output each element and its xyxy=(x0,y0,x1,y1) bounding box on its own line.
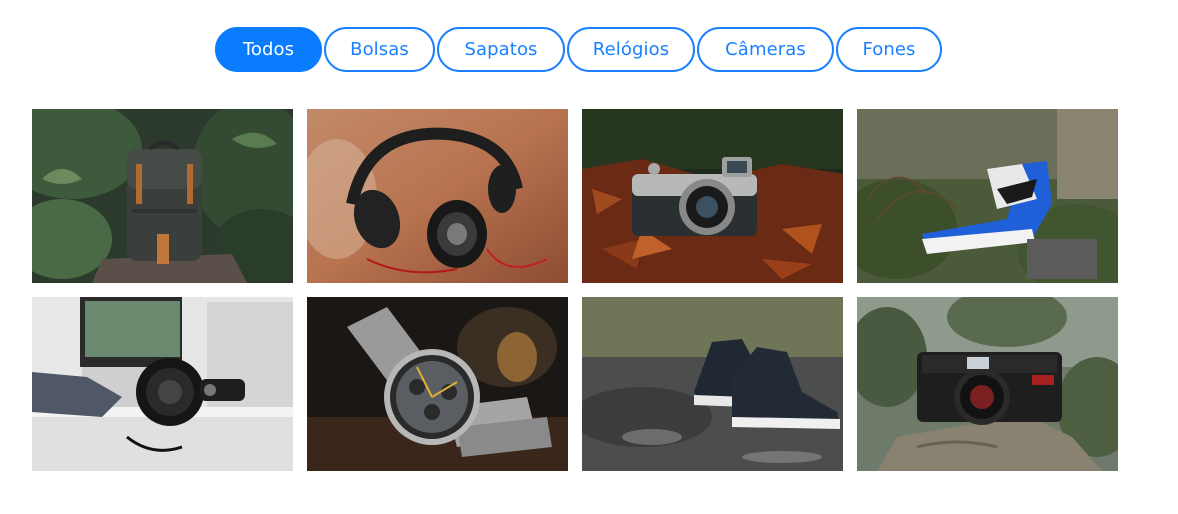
filter-cameras-button[interactable]: Câmeras xyxy=(697,27,834,72)
filter-sapatos-button[interactable]: Sapatos xyxy=(437,27,565,72)
portfolio-page: Todos Bolsas Sapatos Relógios Câmeras Fo… xyxy=(0,0,1178,514)
filter-relogios-button[interactable]: Relógios xyxy=(567,27,695,72)
filter-bolsas-button[interactable]: Bolsas xyxy=(324,27,435,72)
filter-todos-button[interactable]: Todos xyxy=(215,27,322,72)
gallery-item-headphones[interactable] xyxy=(307,109,568,283)
gallery-item-headphones-desk[interactable] xyxy=(32,297,293,471)
backpack-image xyxy=(32,109,293,283)
gallery-item-backpack[interactable] xyxy=(32,109,293,283)
gallery-item-vintage-camera[interactable] xyxy=(857,297,1118,471)
headphones-image xyxy=(32,297,293,471)
gallery-item-camera[interactable] xyxy=(582,109,843,283)
sneaker-image xyxy=(582,297,843,471)
filter-fones-button[interactable]: Fones xyxy=(836,27,942,72)
gallery-item-sneaker-water[interactable] xyxy=(582,297,843,471)
filter-bar: Todos Bolsas Sapatos Relógios Câmeras Fo… xyxy=(215,27,944,72)
gallery-item-watch[interactable] xyxy=(307,297,568,471)
gallery-item-sneaker[interactable] xyxy=(857,109,1118,283)
product-gallery xyxy=(32,109,1118,471)
headphones-image xyxy=(307,109,568,283)
watch-image xyxy=(307,297,568,471)
camera-image xyxy=(857,297,1118,471)
sneaker-image xyxy=(857,109,1118,283)
camera-image xyxy=(582,109,843,283)
